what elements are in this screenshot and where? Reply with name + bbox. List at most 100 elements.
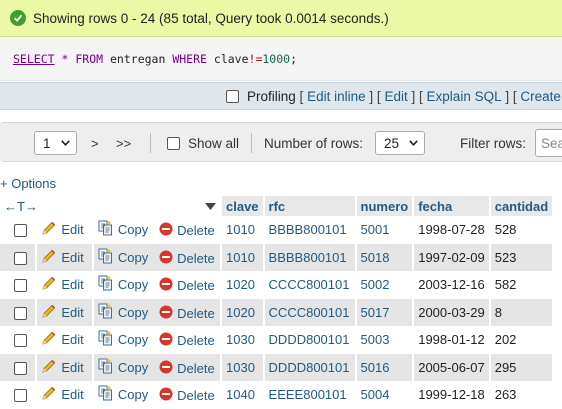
cell-numero[interactable]: 5016 xyxy=(355,353,415,381)
cell-rfc[interactable]: CCCC800101 xyxy=(263,271,357,299)
edit-cell: Edit xyxy=(36,271,94,299)
row-checkbox[interactable] xyxy=(14,334,27,348)
edit-cell: Edit xyxy=(36,326,94,354)
edit-link[interactable]: Edit xyxy=(384,89,407,104)
cell-rfc[interactable]: BBBB800101 xyxy=(263,243,357,271)
pencil-icon xyxy=(41,303,57,322)
cell-rfc[interactable]: CCCC800101 xyxy=(263,298,357,326)
cell-rfc[interactable]: DDDD800101 xyxy=(263,353,357,381)
row-checkbox[interactable] xyxy=(14,224,27,238)
triangle-down-icon[interactable] xyxy=(205,202,216,210)
edit-row-button[interactable]: Edit xyxy=(41,358,84,377)
cell-numero[interactable]: 5002 xyxy=(355,271,415,299)
delete-row-button[interactable]: Delete xyxy=(159,332,215,349)
cell-numero[interactable]: 5004 xyxy=(355,381,415,409)
copy-row-button[interactable]: Copy xyxy=(98,385,148,404)
last-page-button[interactable]: >> xyxy=(116,131,131,155)
edit-row-button[interactable]: Edit xyxy=(41,330,84,349)
row-checkbox[interactable] xyxy=(14,389,27,403)
cell-clave[interactable]: 1040 xyxy=(221,381,265,409)
sql-select-keyword[interactable]: SELECT xyxy=(13,52,55,66)
delete-row-button[interactable]: Delete xyxy=(159,277,215,294)
row-checkbox[interactable] xyxy=(14,279,27,293)
delete-label: Delete xyxy=(177,388,215,404)
bracket: [ xyxy=(419,88,423,104)
column-header-rfc[interactable]: rfc xyxy=(263,196,357,216)
cell-clave[interactable]: 1010 xyxy=(221,243,265,271)
cell-clave[interactable]: 1030 xyxy=(221,326,265,354)
column-header-numero[interactable]: numero xyxy=(355,196,415,216)
filter-rows-input[interactable]: Sea xyxy=(535,129,562,157)
copy-label: Copy xyxy=(117,332,149,348)
cell-clave[interactable]: 1020 xyxy=(221,298,265,326)
cell-cantidad: 202 xyxy=(489,326,555,354)
explain-sql-link[interactable]: Explain SQL xyxy=(427,89,502,104)
edit-label: Edit xyxy=(61,359,84,375)
delete-label: Delete xyxy=(177,223,215,239)
cell-rfc[interactable]: EEEE800101 xyxy=(263,381,357,409)
delete-row-button[interactable]: Delete xyxy=(159,250,215,267)
create-php-code-link[interactable]: Create P xyxy=(520,89,562,104)
row-checkbox-cell xyxy=(0,243,38,271)
options-link[interactable]: + Options xyxy=(0,176,56,191)
column-sort-arrows-icon[interactable]: ←T→ xyxy=(4,199,38,214)
edit-inline-link[interactable]: Edit inline xyxy=(307,89,366,104)
edit-row-button[interactable]: Edit xyxy=(41,248,84,267)
bracket: [ xyxy=(512,88,517,104)
row-checkbox[interactable] xyxy=(14,361,27,375)
edit-row-button[interactable]: Edit xyxy=(41,275,84,294)
cell-numero[interactable]: 5018 xyxy=(355,243,415,271)
edit-label: Edit xyxy=(61,387,84,403)
copy-row-button[interactable]: Copy xyxy=(98,330,148,349)
cell-cantidad: 263 xyxy=(489,381,555,409)
copy-row-button[interactable]: Copy xyxy=(98,358,148,377)
profiling-checkbox[interactable] xyxy=(226,89,239,103)
copy-row-button[interactable]: Copy xyxy=(98,275,148,294)
column-header-clave[interactable]: clave xyxy=(221,196,265,216)
cell-numero[interactable]: 5001 xyxy=(355,216,415,244)
delete-row-button[interactable]: Delete xyxy=(159,222,215,239)
copy-label: Copy xyxy=(117,222,149,238)
column-header-cantidad[interactable]: cantidad xyxy=(489,196,555,216)
cell-rfc[interactable]: BBBB800101 xyxy=(263,216,357,244)
success-message: Showing rows 0 - 24 (85 total, Query too… xyxy=(0,0,562,37)
table-row: Edit Copy Delete 1020 CCCC800101 5002 2003-12… xyxy=(0,271,555,299)
success-check-icon xyxy=(10,10,26,26)
rows-per-page-select[interactable]: 25 xyxy=(375,131,426,155)
delete-label: Delete xyxy=(177,360,215,376)
edit-row-button[interactable]: Edit xyxy=(41,220,84,239)
row-checkbox[interactable] xyxy=(14,251,27,265)
copy-delete-cell: Copy Delete xyxy=(92,326,223,354)
page-select[interactable]: 1 xyxy=(34,131,77,155)
table-row: Edit Copy Delete 1010 BBBB800101 5001 1998-07… xyxy=(0,216,555,244)
edit-cell: Edit xyxy=(36,216,94,244)
cell-clave[interactable]: 1030 xyxy=(221,353,265,381)
copy-row-button[interactable]: Copy xyxy=(98,303,148,322)
copy-icon xyxy=(98,303,114,322)
cell-numero[interactable]: 5003 xyxy=(355,326,415,354)
bracket: ] xyxy=(411,88,416,104)
column-header-fecha[interactable]: fecha xyxy=(413,196,491,216)
edit-row-button[interactable]: Edit xyxy=(41,385,84,404)
row-checkbox-cell xyxy=(0,216,38,244)
edit-row-button[interactable]: Edit xyxy=(41,303,84,322)
sql-from-keyword: FROM xyxy=(75,51,104,66)
sql-query: SELECT * FROM entregan WHERE clave != 1000… xyxy=(0,37,562,81)
copy-row-button[interactable]: Copy xyxy=(98,220,148,239)
copy-label: Copy xyxy=(117,359,149,375)
delete-row-button[interactable]: Delete xyxy=(159,305,215,322)
cell-clave[interactable]: 1010 xyxy=(221,216,265,244)
cell-clave[interactable]: 1020 xyxy=(221,271,265,299)
row-checkbox[interactable] xyxy=(14,306,27,320)
edit-cell: Edit xyxy=(36,298,94,326)
delete-row-button[interactable]: Delete xyxy=(159,387,215,404)
delete-icon xyxy=(159,222,173,239)
copy-icon xyxy=(98,330,114,349)
delete-row-button[interactable]: Delete xyxy=(159,360,215,377)
cell-numero[interactable]: 5017 xyxy=(355,298,415,326)
copy-icon xyxy=(98,220,114,239)
cell-rfc[interactable]: DDDD800101 xyxy=(263,326,357,354)
copy-row-button[interactable]: Copy xyxy=(98,248,148,267)
next-page-button[interactable]: > xyxy=(91,131,99,155)
show-all-checkbox[interactable] xyxy=(167,136,180,150)
